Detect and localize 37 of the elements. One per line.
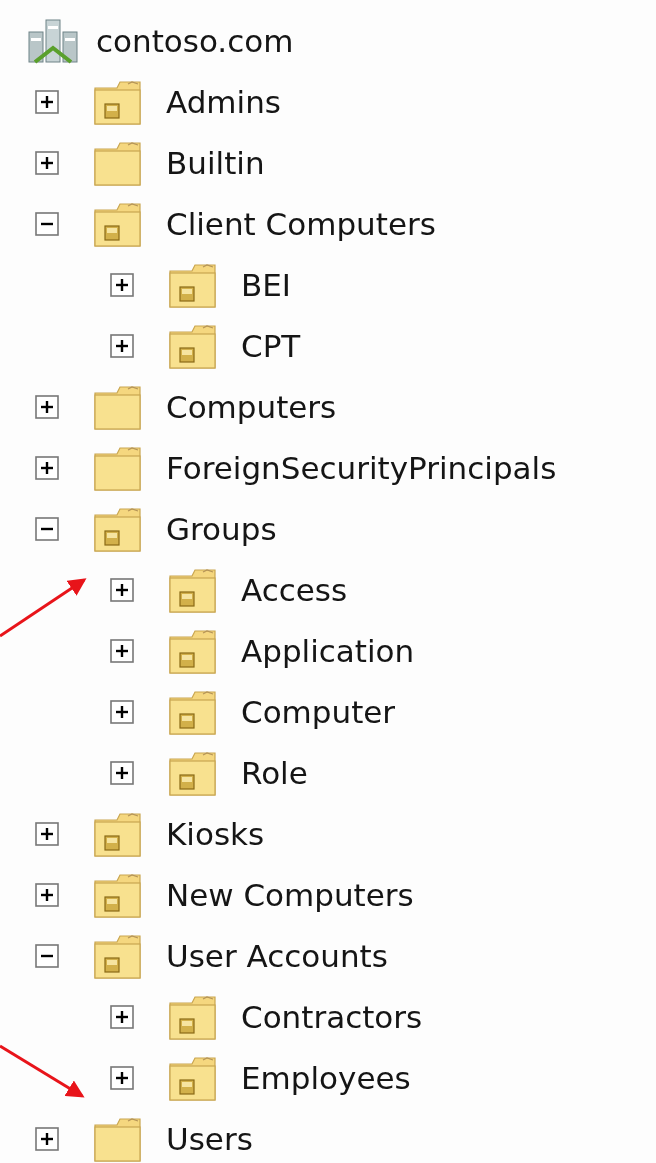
- tree-item[interactable]: Role: [241, 754, 308, 791]
- tree-item[interactable]: Users: [166, 1120, 253, 1157]
- collapse-icon[interactable]: [35, 943, 59, 968]
- expand-icon[interactable]: [35, 89, 59, 114]
- collapse-icon[interactable]: [35, 516, 59, 541]
- expand-icon[interactable]: [35, 882, 59, 907]
- expand-icon[interactable]: [110, 1004, 134, 1029]
- expand-icon[interactable]: [35, 455, 59, 480]
- tree-item[interactable]: BEI: [241, 266, 291, 303]
- expand-icon[interactable]: [35, 1126, 59, 1151]
- expand-icon[interactable]: [35, 150, 59, 175]
- tree-item[interactable]: ForeignSecurityPrincipals: [166, 449, 557, 486]
- expand-icon[interactable]: [110, 333, 134, 358]
- tree-item[interactable]: contoso.com: [96, 22, 294, 59]
- tree-item[interactable]: Admins: [166, 83, 281, 120]
- expand-icon[interactable]: [110, 699, 134, 724]
- tree-item[interactable]: Computer: [241, 693, 396, 730]
- tree-item[interactable]: Kiosks: [166, 815, 265, 852]
- tree-item[interactable]: Groups: [166, 510, 277, 547]
- tree-item[interactable]: CPT: [241, 327, 301, 364]
- tree-item[interactable]: User Accounts: [166, 937, 388, 974]
- tree-item[interactable]: Computers: [166, 388, 337, 425]
- tree-item[interactable]: Contractors: [241, 998, 423, 1035]
- expand-icon[interactable]: [110, 638, 134, 663]
- tree-item[interactable]: New Computers: [166, 876, 414, 913]
- expand-icon[interactable]: [110, 577, 134, 602]
- expand-icon[interactable]: [110, 760, 134, 785]
- tree-item[interactable]: Access: [241, 571, 348, 608]
- expand-icon[interactable]: [35, 821, 59, 846]
- tree-item[interactable]: Client Computers: [166, 205, 436, 242]
- expand-icon[interactable]: [110, 1065, 134, 1090]
- tree-item[interactable]: Employees: [241, 1059, 411, 1096]
- expand-icon[interactable]: [35, 394, 59, 419]
- tree-item[interactable]: Application: [241, 632, 415, 669]
- expand-icon[interactable]: [110, 272, 134, 297]
- tree-item[interactable]: Builtin: [166, 144, 265, 181]
- collapse-icon[interactable]: [35, 211, 59, 236]
